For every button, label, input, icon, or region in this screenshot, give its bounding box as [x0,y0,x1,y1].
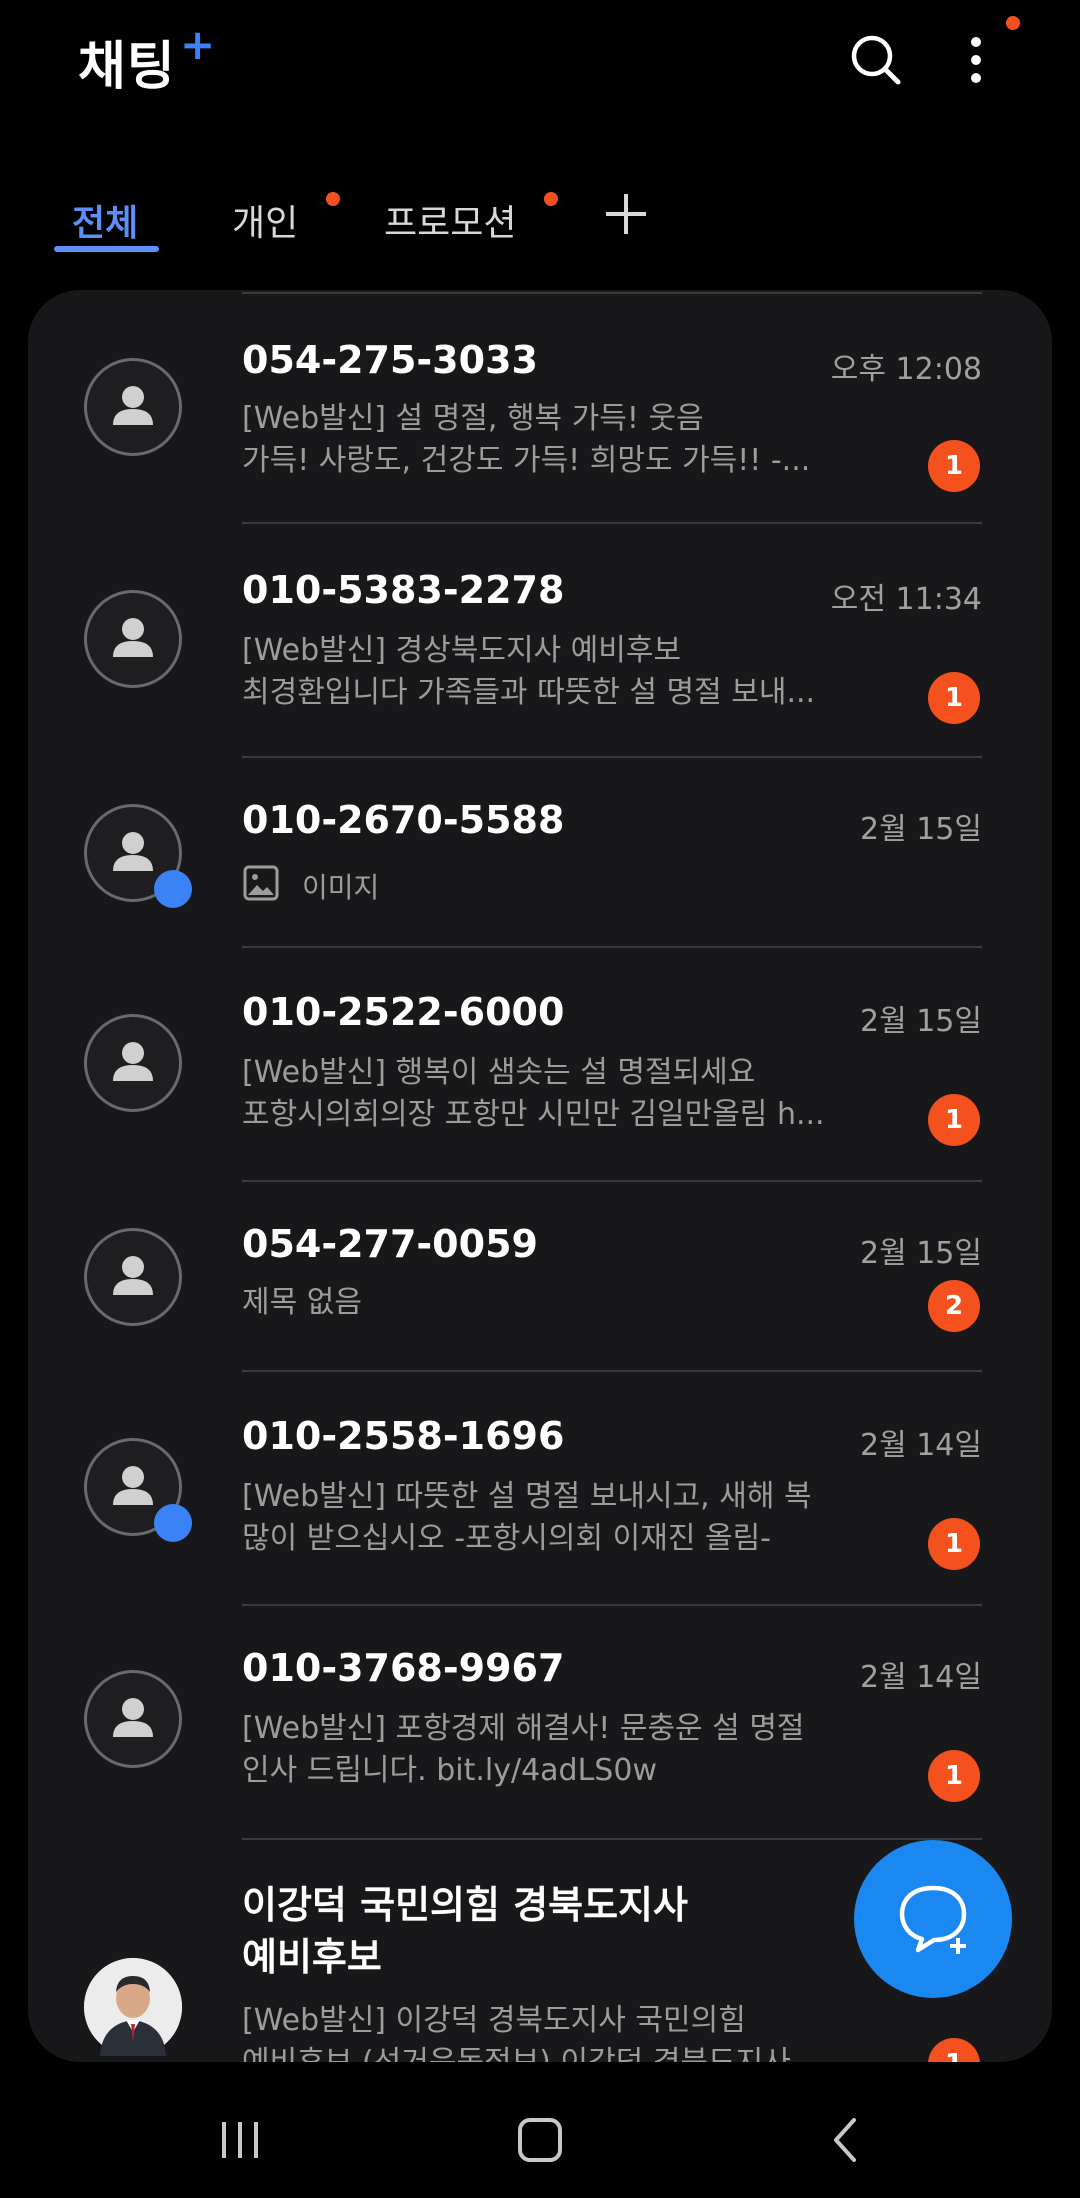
plus-icon [606,194,646,234]
tab-personal-dot [326,192,340,206]
new-chat-icon [899,1885,967,1954]
image-label: 이미지 [302,871,380,904]
contact-name: 054-277-0059 [242,1222,538,1266]
conversation-row[interactable]: 010-2670-5588 2월 15일 이미지 [28,758,1052,948]
tab-personal[interactable]: 개인 [232,194,298,246]
tab-all[interactable]: 전체 [72,194,138,246]
tab-promotion-dot [544,192,558,206]
search-icon [851,35,901,85]
recents-icon [222,2122,258,2158]
conversation-row[interactable]: 010-2522-6000 2월 15일 [Web발신] 행복이 샘솟는 설 명… [28,948,1052,1182]
contact-name-line-1: 이강덕 국민의힘 경북도지사 [242,1883,688,1927]
conversation-row[interactable]: 010-5383-2278 오전 11:34 [Web발신] 경상북도지사 예비… [28,524,1052,758]
avatar [84,1670,182,1768]
conversation-row[interactable]: 054-277-0059 2월 15일 제목 없음 2 [28,1182,1052,1372]
contact-name: 010-2670-5588 [242,798,565,842]
home-button[interactable] [510,2110,570,2170]
contact-name: 010-2558-1696 [242,1414,565,1458]
back-button[interactable] [816,2110,876,2170]
contact-name: 054-275-3033 [242,338,538,382]
chat-badge-icon [154,1504,192,1542]
person-icon [113,618,153,657]
contact-name: 010-3768-9967 [242,1646,565,1690]
conversation-row[interactable]: 054-275-3033 오후 12:08 [Web발신] 설 명절, 행복 가… [28,290,1052,524]
message-preview: [Web발신] 경상북도지사 예비후보 최경환입니다 가족들과 따뜻한 설 명절… [242,633,816,710]
unread-count-badge: 1 [928,1518,980,1570]
back-icon [834,2118,856,2162]
contact-name-line-2: 예비후보 [242,1935,382,1979]
app-title-plus: + [180,20,216,69]
unread-count-badge: 1 [928,1750,980,1802]
recents-button[interactable] [210,2110,270,2170]
app-title: 채팅 [78,37,176,97]
tab-promotion[interactable]: 프로모션 [384,194,516,246]
unread-count-badge: 2 [928,1280,980,1332]
message-preview: [Web발신] 이강덕 경북도지사 국민의힘 예비후보 (선거운동정보) 이강덕… [242,2003,791,2062]
avatar [84,1014,182,1112]
profile-photo [84,1958,182,2056]
timestamp: 2월 14일 [860,1660,982,1695]
avatar [84,590,182,688]
contact-name: 010-2522-6000 [242,990,565,1034]
person-icon [113,1256,153,1295]
home-icon [518,2118,562,2162]
timestamp: 2월 15일 [860,1004,982,1039]
conversation-row[interactable]: 010-2558-1696 2월 14일 [Web발신] 따뜻한 설 명절 보내… [28,1372,1052,1606]
notification-dot [1006,16,1020,30]
person-icon [113,1042,153,1081]
app-header: 채팅 + [0,0,1080,130]
category-tabs: 전체 개인 프로모션 [0,180,1080,260]
search-button[interactable] [836,22,916,102]
avatar [84,1228,182,1326]
person-icon [113,1698,153,1737]
message-preview: [Web발신] 포항경제 해결사! 문충운 설 명절 인사 드립니다. bit.… [242,1711,805,1788]
contact-name: 010-5383-2278 [242,568,565,612]
image-icon [243,865,279,901]
chat-badge-icon [154,870,192,908]
conversation-list: 054-275-3033 오후 12:08 [Web발신] 설 명절, 행복 가… [28,290,1052,2062]
add-tab-button[interactable] [600,188,652,240]
more-options-button[interactable] [936,22,1016,102]
new-chat-button[interactable] [854,1840,1012,1998]
unread-count-badge: 1 [928,2038,980,2062]
active-tab-indicator [54,246,159,252]
person-icon [113,386,153,425]
timestamp: 오전 11:34 [830,582,982,617]
more-vertical-icon [971,37,981,83]
profile-photo-image [84,1958,182,2056]
timestamp: 오후 12:08 [830,352,982,387]
unread-count-badge: 1 [928,440,980,492]
timestamp: 2월 15일 [860,1236,982,1271]
message-preview: [Web발신] 행복이 샘솟는 설 명절되세요 포항시의회의장 포항만 시민만 … [242,1055,825,1132]
message-preview: [Web발신] 설 명절, 행복 가득! 웃음 가득! 사랑도, 건강도 가득!… [242,401,811,478]
message-preview: 제목 없음 [242,1285,362,1320]
timestamp: 2월 14일 [860,1428,982,1463]
conversation-row[interactable]: 010-3768-9967 2월 14일 [Web발신] 포항경제 해결사! 문… [28,1606,1052,1840]
message-preview: [Web발신] 따뜻한 설 명절 보내시고, 새해 복 많이 받으십시오 -포항… [242,1479,812,1556]
system-navigation-bar [0,2082,1080,2198]
unread-count-badge: 1 [928,672,980,724]
unread-count-badge: 1 [928,1094,980,1146]
timestamp: 2월 15일 [860,812,982,847]
avatar [84,358,182,456]
